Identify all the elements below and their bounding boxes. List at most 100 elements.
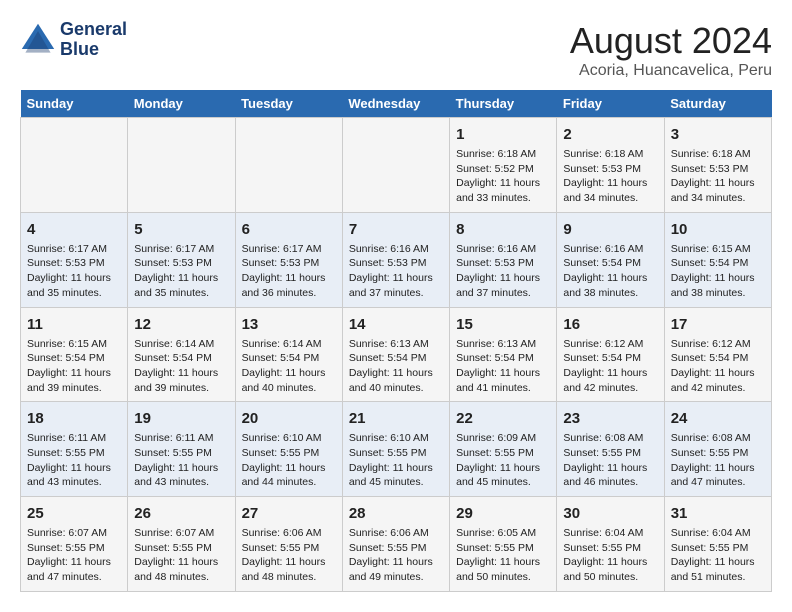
day-number: 12 <box>134 314 228 335</box>
day-number: 15 <box>456 314 550 335</box>
cell-content: Sunrise: 6:16 AM Sunset: 5:53 PM Dayligh… <box>456 242 550 301</box>
calendar-week-row: 11Sunrise: 6:15 AM Sunset: 5:54 PM Dayli… <box>21 307 772 402</box>
day-number: 25 <box>27 503 121 524</box>
cell-content: Sunrise: 6:17 AM Sunset: 5:53 PM Dayligh… <box>27 242 121 301</box>
calendar-cell <box>21 118 128 213</box>
calendar-cell <box>342 118 449 213</box>
calendar-cell: 25Sunrise: 6:07 AM Sunset: 5:55 PM Dayli… <box>21 497 128 592</box>
calendar-cell: 14Sunrise: 6:13 AM Sunset: 5:54 PM Dayli… <box>342 307 449 402</box>
cell-content: Sunrise: 6:04 AM Sunset: 5:55 PM Dayligh… <box>671 526 765 585</box>
logo: General Blue <box>20 20 127 60</box>
cell-content: Sunrise: 6:12 AM Sunset: 5:54 PM Dayligh… <box>671 337 765 396</box>
cell-content: Sunrise: 6:17 AM Sunset: 5:53 PM Dayligh… <box>242 242 336 301</box>
day-number: 28 <box>349 503 443 524</box>
cell-content: Sunrise: 6:10 AM Sunset: 5:55 PM Dayligh… <box>349 431 443 490</box>
day-number: 5 <box>134 219 228 240</box>
day-number: 29 <box>456 503 550 524</box>
calendar-cell: 21Sunrise: 6:10 AM Sunset: 5:55 PM Dayli… <box>342 402 449 497</box>
cell-content: Sunrise: 6:10 AM Sunset: 5:55 PM Dayligh… <box>242 431 336 490</box>
calendar-cell: 10Sunrise: 6:15 AM Sunset: 5:54 PM Dayli… <box>664 212 771 307</box>
day-number: 31 <box>671 503 765 524</box>
calendar-cell: 31Sunrise: 6:04 AM Sunset: 5:55 PM Dayli… <box>664 497 771 592</box>
weekday-header-row: SundayMondayTuesdayWednesdayThursdayFrid… <box>21 90 772 118</box>
day-number: 20 <box>242 408 336 429</box>
weekday-label: Tuesday <box>235 90 342 118</box>
calendar-cell: 13Sunrise: 6:14 AM Sunset: 5:54 PM Dayli… <box>235 307 342 402</box>
logo-icon <box>20 22 56 58</box>
day-number: 7 <box>349 219 443 240</box>
calendar-cell: 24Sunrise: 6:08 AM Sunset: 5:55 PM Dayli… <box>664 402 771 497</box>
cell-content: Sunrise: 6:06 AM Sunset: 5:55 PM Dayligh… <box>349 526 443 585</box>
day-number: 22 <box>456 408 550 429</box>
cell-content: Sunrise: 6:13 AM Sunset: 5:54 PM Dayligh… <box>349 337 443 396</box>
day-number: 14 <box>349 314 443 335</box>
cell-content: Sunrise: 6:09 AM Sunset: 5:55 PM Dayligh… <box>456 431 550 490</box>
day-number: 17 <box>671 314 765 335</box>
weekday-label: Thursday <box>450 90 557 118</box>
calendar-table: SundayMondayTuesdayWednesdayThursdayFrid… <box>20 90 772 592</box>
cell-content: Sunrise: 6:11 AM Sunset: 5:55 PM Dayligh… <box>27 431 121 490</box>
day-number: 3 <box>671 124 765 145</box>
cell-content: Sunrise: 6:04 AM Sunset: 5:55 PM Dayligh… <box>563 526 657 585</box>
day-number: 13 <box>242 314 336 335</box>
cell-content: Sunrise: 6:14 AM Sunset: 5:54 PM Dayligh… <box>134 337 228 396</box>
calendar-body: 1Sunrise: 6:18 AM Sunset: 5:52 PM Daylig… <box>21 118 772 592</box>
calendar-cell: 18Sunrise: 6:11 AM Sunset: 5:55 PM Dayli… <box>21 402 128 497</box>
cell-content: Sunrise: 6:07 AM Sunset: 5:55 PM Dayligh… <box>27 526 121 585</box>
logo-line1: General <box>60 20 127 40</box>
weekday-label: Friday <box>557 90 664 118</box>
calendar-cell <box>128 118 235 213</box>
weekday-label: Wednesday <box>342 90 449 118</box>
calendar-week-row: 18Sunrise: 6:11 AM Sunset: 5:55 PM Dayli… <box>21 402 772 497</box>
calendar-cell: 29Sunrise: 6:05 AM Sunset: 5:55 PM Dayli… <box>450 497 557 592</box>
cell-content: Sunrise: 6:17 AM Sunset: 5:53 PM Dayligh… <box>134 242 228 301</box>
calendar-cell: 6Sunrise: 6:17 AM Sunset: 5:53 PM Daylig… <box>235 212 342 307</box>
cell-content: Sunrise: 6:18 AM Sunset: 5:53 PM Dayligh… <box>563 147 657 206</box>
day-number: 30 <box>563 503 657 524</box>
day-number: 18 <box>27 408 121 429</box>
calendar-cell <box>235 118 342 213</box>
day-number: 6 <box>242 219 336 240</box>
calendar-cell: 4Sunrise: 6:17 AM Sunset: 5:53 PM Daylig… <box>21 212 128 307</box>
cell-content: Sunrise: 6:07 AM Sunset: 5:55 PM Dayligh… <box>134 526 228 585</box>
cell-content: Sunrise: 6:16 AM Sunset: 5:53 PM Dayligh… <box>349 242 443 301</box>
calendar-cell: 19Sunrise: 6:11 AM Sunset: 5:55 PM Dayli… <box>128 402 235 497</box>
day-number: 8 <box>456 219 550 240</box>
day-number: 26 <box>134 503 228 524</box>
calendar-cell: 23Sunrise: 6:08 AM Sunset: 5:55 PM Dayli… <box>557 402 664 497</box>
calendar-cell: 15Sunrise: 6:13 AM Sunset: 5:54 PM Dayli… <box>450 307 557 402</box>
calendar-cell: 3Sunrise: 6:18 AM Sunset: 5:53 PM Daylig… <box>664 118 771 213</box>
day-number: 11 <box>27 314 121 335</box>
calendar-cell: 22Sunrise: 6:09 AM Sunset: 5:55 PM Dayli… <box>450 402 557 497</box>
calendar-week-row: 25Sunrise: 6:07 AM Sunset: 5:55 PM Dayli… <box>21 497 772 592</box>
calendar-cell: 26Sunrise: 6:07 AM Sunset: 5:55 PM Dayli… <box>128 497 235 592</box>
day-number: 1 <box>456 124 550 145</box>
weekday-label: Monday <box>128 90 235 118</box>
day-number: 9 <box>563 219 657 240</box>
calendar-week-row: 1Sunrise: 6:18 AM Sunset: 5:52 PM Daylig… <box>21 118 772 213</box>
cell-content: Sunrise: 6:08 AM Sunset: 5:55 PM Dayligh… <box>563 431 657 490</box>
calendar-cell: 1Sunrise: 6:18 AM Sunset: 5:52 PM Daylig… <box>450 118 557 213</box>
calendar-cell: 7Sunrise: 6:16 AM Sunset: 5:53 PM Daylig… <box>342 212 449 307</box>
cell-content: Sunrise: 6:15 AM Sunset: 5:54 PM Dayligh… <box>671 242 765 301</box>
cell-content: Sunrise: 6:08 AM Sunset: 5:55 PM Dayligh… <box>671 431 765 490</box>
calendar-cell: 28Sunrise: 6:06 AM Sunset: 5:55 PM Dayli… <box>342 497 449 592</box>
cell-content: Sunrise: 6:14 AM Sunset: 5:54 PM Dayligh… <box>242 337 336 396</box>
calendar-cell: 16Sunrise: 6:12 AM Sunset: 5:54 PM Dayli… <box>557 307 664 402</box>
day-number: 24 <box>671 408 765 429</box>
header: General Blue August 2024 Acoria, Huancav… <box>20 20 772 80</box>
day-number: 10 <box>671 219 765 240</box>
calendar-cell: 17Sunrise: 6:12 AM Sunset: 5:54 PM Dayli… <box>664 307 771 402</box>
calendar-cell: 12Sunrise: 6:14 AM Sunset: 5:54 PM Dayli… <box>128 307 235 402</box>
day-number: 19 <box>134 408 228 429</box>
calendar-cell: 27Sunrise: 6:06 AM Sunset: 5:55 PM Dayli… <box>235 497 342 592</box>
cell-content: Sunrise: 6:15 AM Sunset: 5:54 PM Dayligh… <box>27 337 121 396</box>
title-area: August 2024 Acoria, Huancavelica, Peru <box>570 20 772 80</box>
cell-content: Sunrise: 6:12 AM Sunset: 5:54 PM Dayligh… <box>563 337 657 396</box>
cell-content: Sunrise: 6:18 AM Sunset: 5:52 PM Dayligh… <box>456 147 550 206</box>
calendar-cell: 20Sunrise: 6:10 AM Sunset: 5:55 PM Dayli… <box>235 402 342 497</box>
day-number: 2 <box>563 124 657 145</box>
calendar-cell: 2Sunrise: 6:18 AM Sunset: 5:53 PM Daylig… <box>557 118 664 213</box>
weekday-label: Saturday <box>664 90 771 118</box>
day-number: 27 <box>242 503 336 524</box>
